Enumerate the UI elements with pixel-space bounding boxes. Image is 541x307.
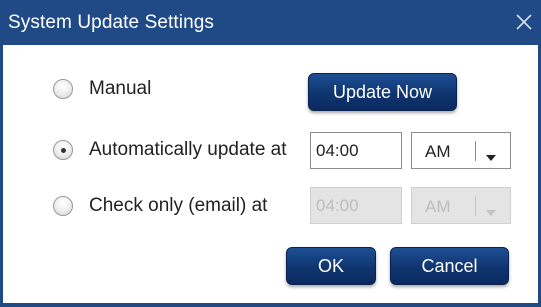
- manual-radio[interactable]: [53, 79, 73, 99]
- auto-update-ampm-value: AM: [425, 142, 451, 161]
- auto-update-time-input[interactable]: 04:00: [310, 132, 402, 169]
- update-now-button[interactable]: Update Now: [308, 73, 457, 111]
- check-only-option[interactable]: Check only (email) at: [53, 194, 267, 218]
- check-only-ampm-value: AM: [425, 197, 451, 216]
- system-update-dialog: System Update Settings Manual Update Now…: [0, 0, 541, 307]
- chevron-down-icon: [485, 202, 497, 222]
- manual-label: Manual: [89, 78, 152, 99]
- auto-update-time-value: 04:00: [316, 140, 359, 160]
- title-bar: System Update Settings: [0, 0, 541, 45]
- auto-update-radio[interactable]: [53, 140, 73, 160]
- select-divider: [475, 196, 476, 216]
- ok-button[interactable]: OK: [286, 247, 376, 285]
- auto-update-ampm-select[interactable]: AM: [411, 132, 511, 169]
- dialog-title: System Update Settings: [8, 12, 215, 33]
- chevron-down-icon: [485, 147, 497, 167]
- check-only-time-input: 04:00: [310, 187, 402, 224]
- check-only-label: Check only (email) at: [89, 195, 268, 216]
- check-only-ampm-select: AM: [411, 187, 511, 224]
- select-divider: [475, 141, 476, 161]
- auto-update-label: Automatically update at: [89, 139, 287, 160]
- close-icon[interactable]: [511, 9, 537, 35]
- check-only-time-value: 04:00: [316, 195, 359, 215]
- check-only-radio[interactable]: [53, 196, 73, 216]
- auto-update-option[interactable]: Automatically update at: [53, 138, 287, 162]
- cancel-button[interactable]: Cancel: [390, 247, 509, 285]
- manual-option[interactable]: Manual: [53, 77, 151, 101]
